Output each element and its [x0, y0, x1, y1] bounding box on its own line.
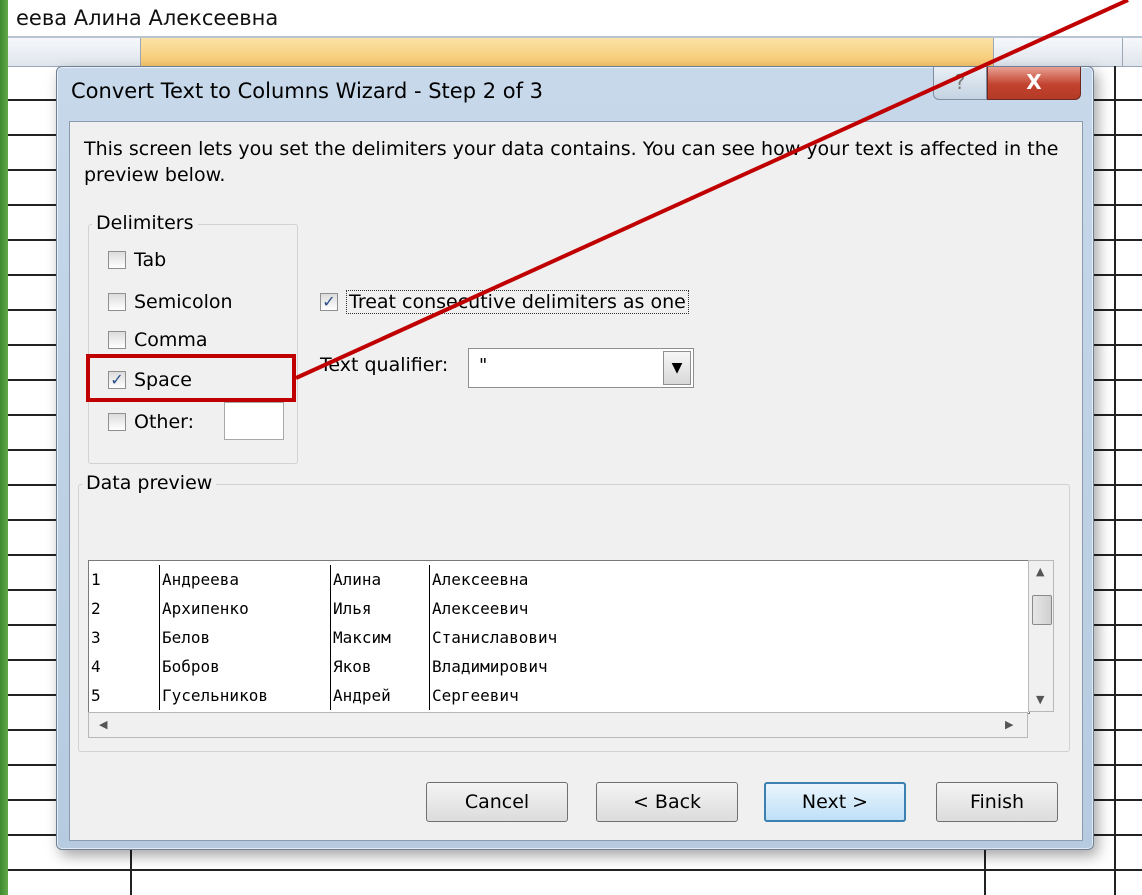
- preview-vertical-scrollbar[interactable]: ▲ ▼: [1028, 560, 1054, 712]
- data-preview-box[interactable]: 1 Андреева Алина Алексеевна 2 Архипенко Илья Ал…: [88, 560, 1030, 714]
- comma-checkbox[interactable]: [108, 331, 126, 349]
- preview-row: 4 Бобров Яков Владимирович: [89, 652, 672, 681]
- preview-cell: Белов: [159, 623, 331, 652]
- dialog-title: Convert Text to Columns Wizard - Step 2 …: [71, 79, 544, 103]
- preview-cell: 4: [91, 657, 101, 676]
- treat-consecutive-row[interactable]: ✓ Treat consecutive delimiters as one: [320, 288, 689, 316]
- data-preview-group-label: Data preview: [82, 472, 217, 494]
- space-highlight-annotation: [86, 354, 296, 402]
- text-qualifier-select[interactable]: " ▼: [468, 348, 694, 388]
- preview-row: 2 Архипенко Илья Алексеевич: [89, 594, 672, 623]
- scroll-down-icon[interactable]: ▼: [1036, 693, 1044, 706]
- preview-cell: Гусельников: [159, 681, 331, 710]
- tab-checkbox-row[interactable]: Tab: [108, 246, 166, 274]
- preview-cell: Яков: [330, 652, 430, 681]
- checkmark-icon: ✓: [322, 292, 336, 311]
- preview-cell: Максим: [330, 623, 430, 652]
- preview-cell: Владимирович: [429, 652, 672, 681]
- scroll-left-icon[interactable]: ◀: [99, 718, 107, 731]
- preview-row: 1 Андреева Алина Алексеевна: [89, 565, 672, 594]
- scrollbar-thumb[interactable]: [1032, 595, 1052, 625]
- other-checkbox-row[interactable]: Other:: [108, 408, 194, 436]
- excel-green-sidebar: [0, 0, 8, 895]
- preview-row: 3 Белов Максим Станиславович: [89, 623, 672, 652]
- other-delimiter-input[interactable]: [224, 402, 284, 440]
- delimiters-group-label: Delimiters: [92, 212, 198, 234]
- back-button[interactable]: < Back: [596, 782, 738, 822]
- help-icon: ?: [954, 70, 966, 94]
- preview-cell: Андрей: [330, 681, 430, 710]
- column-header-b-selected[interactable]: [140, 38, 994, 66]
- help-button[interactable]: ?: [933, 67, 987, 100]
- close-icon: X: [1026, 70, 1042, 94]
- preview-cell: Алексеевна: [429, 565, 672, 594]
- semicolon-checkbox[interactable]: [108, 293, 126, 311]
- preview-cell: Илья: [330, 594, 430, 623]
- instruction-text: This screen lets you set the delimiters …: [84, 138, 1059, 186]
- comma-checkbox-row[interactable]: Comma: [108, 326, 208, 354]
- preview-horizontal-scrollbar[interactable]: ◀ ▶: [88, 712, 1028, 738]
- other-label: Other:: [134, 411, 195, 433]
- column-header-c[interactable]: [992, 38, 1123, 66]
- treat-consecutive-label: Treat consecutive delimiters as one: [346, 290, 689, 314]
- dialog-titlebar[interactable]: Convert Text to Columns Wizard - Step 2 …: [57, 67, 1093, 115]
- text-qualifier-value: ": [479, 355, 488, 376]
- treat-consecutive-checkbox[interactable]: ✓: [320, 293, 338, 311]
- formula-bar[interactable]: еева Алина Алексеевна: [8, 0, 1142, 38]
- preview-cell: 3: [91, 628, 101, 647]
- cancel-button[interactable]: Cancel: [426, 782, 568, 822]
- column-headers: [8, 38, 1142, 67]
- other-checkbox[interactable]: [108, 413, 126, 431]
- scroll-right-icon[interactable]: ▶: [1005, 718, 1013, 731]
- dropdown-arrow-icon[interactable]: ▼: [663, 351, 691, 385]
- finish-button[interactable]: Finish: [936, 782, 1058, 822]
- preview-cell: 2: [91, 599, 101, 618]
- preview-cell: Алексеевич: [429, 594, 672, 623]
- preview-cell: Станиславович: [429, 623, 672, 652]
- tab-checkbox[interactable]: [108, 251, 126, 269]
- grid-column-line: [1114, 66, 1116, 895]
- semicolon-label: Semicolon: [134, 291, 233, 313]
- formula-bar-text: еева Алина Алексеевна: [16, 6, 279, 30]
- preview-cell: Бобров: [159, 652, 331, 681]
- convert-text-wizard-dialog: Convert Text to Columns Wizard - Step 2 …: [56, 66, 1094, 850]
- tab-label: Tab: [134, 249, 167, 271]
- preview-row: 5 Гусельников Андрей Сергеевич: [89, 681, 672, 710]
- text-qualifier-label: Text qualifier:: [320, 354, 449, 376]
- preview-cell: Андреева: [159, 565, 331, 594]
- next-button[interactable]: Next >: [764, 782, 906, 822]
- preview-cell: Алина: [330, 565, 430, 594]
- data-preview-table: 1 Андреева Алина Алексеевна 2 Архипенко Илья Ал…: [89, 565, 672, 710]
- preview-cell: 1: [91, 570, 101, 589]
- preview-cell: 5: [91, 686, 101, 705]
- semicolon-checkbox-row[interactable]: Semicolon: [108, 288, 233, 316]
- preview-cell: Сергеевич: [429, 681, 672, 710]
- comma-label: Comma: [134, 329, 208, 351]
- close-button[interactable]: X: [987, 67, 1081, 100]
- scroll-up-icon[interactable]: ▲: [1036, 565, 1044, 578]
- preview-cell: Архипенко: [159, 594, 331, 623]
- dialog-body: This screen lets you set the delimiters …: [69, 121, 1083, 841]
